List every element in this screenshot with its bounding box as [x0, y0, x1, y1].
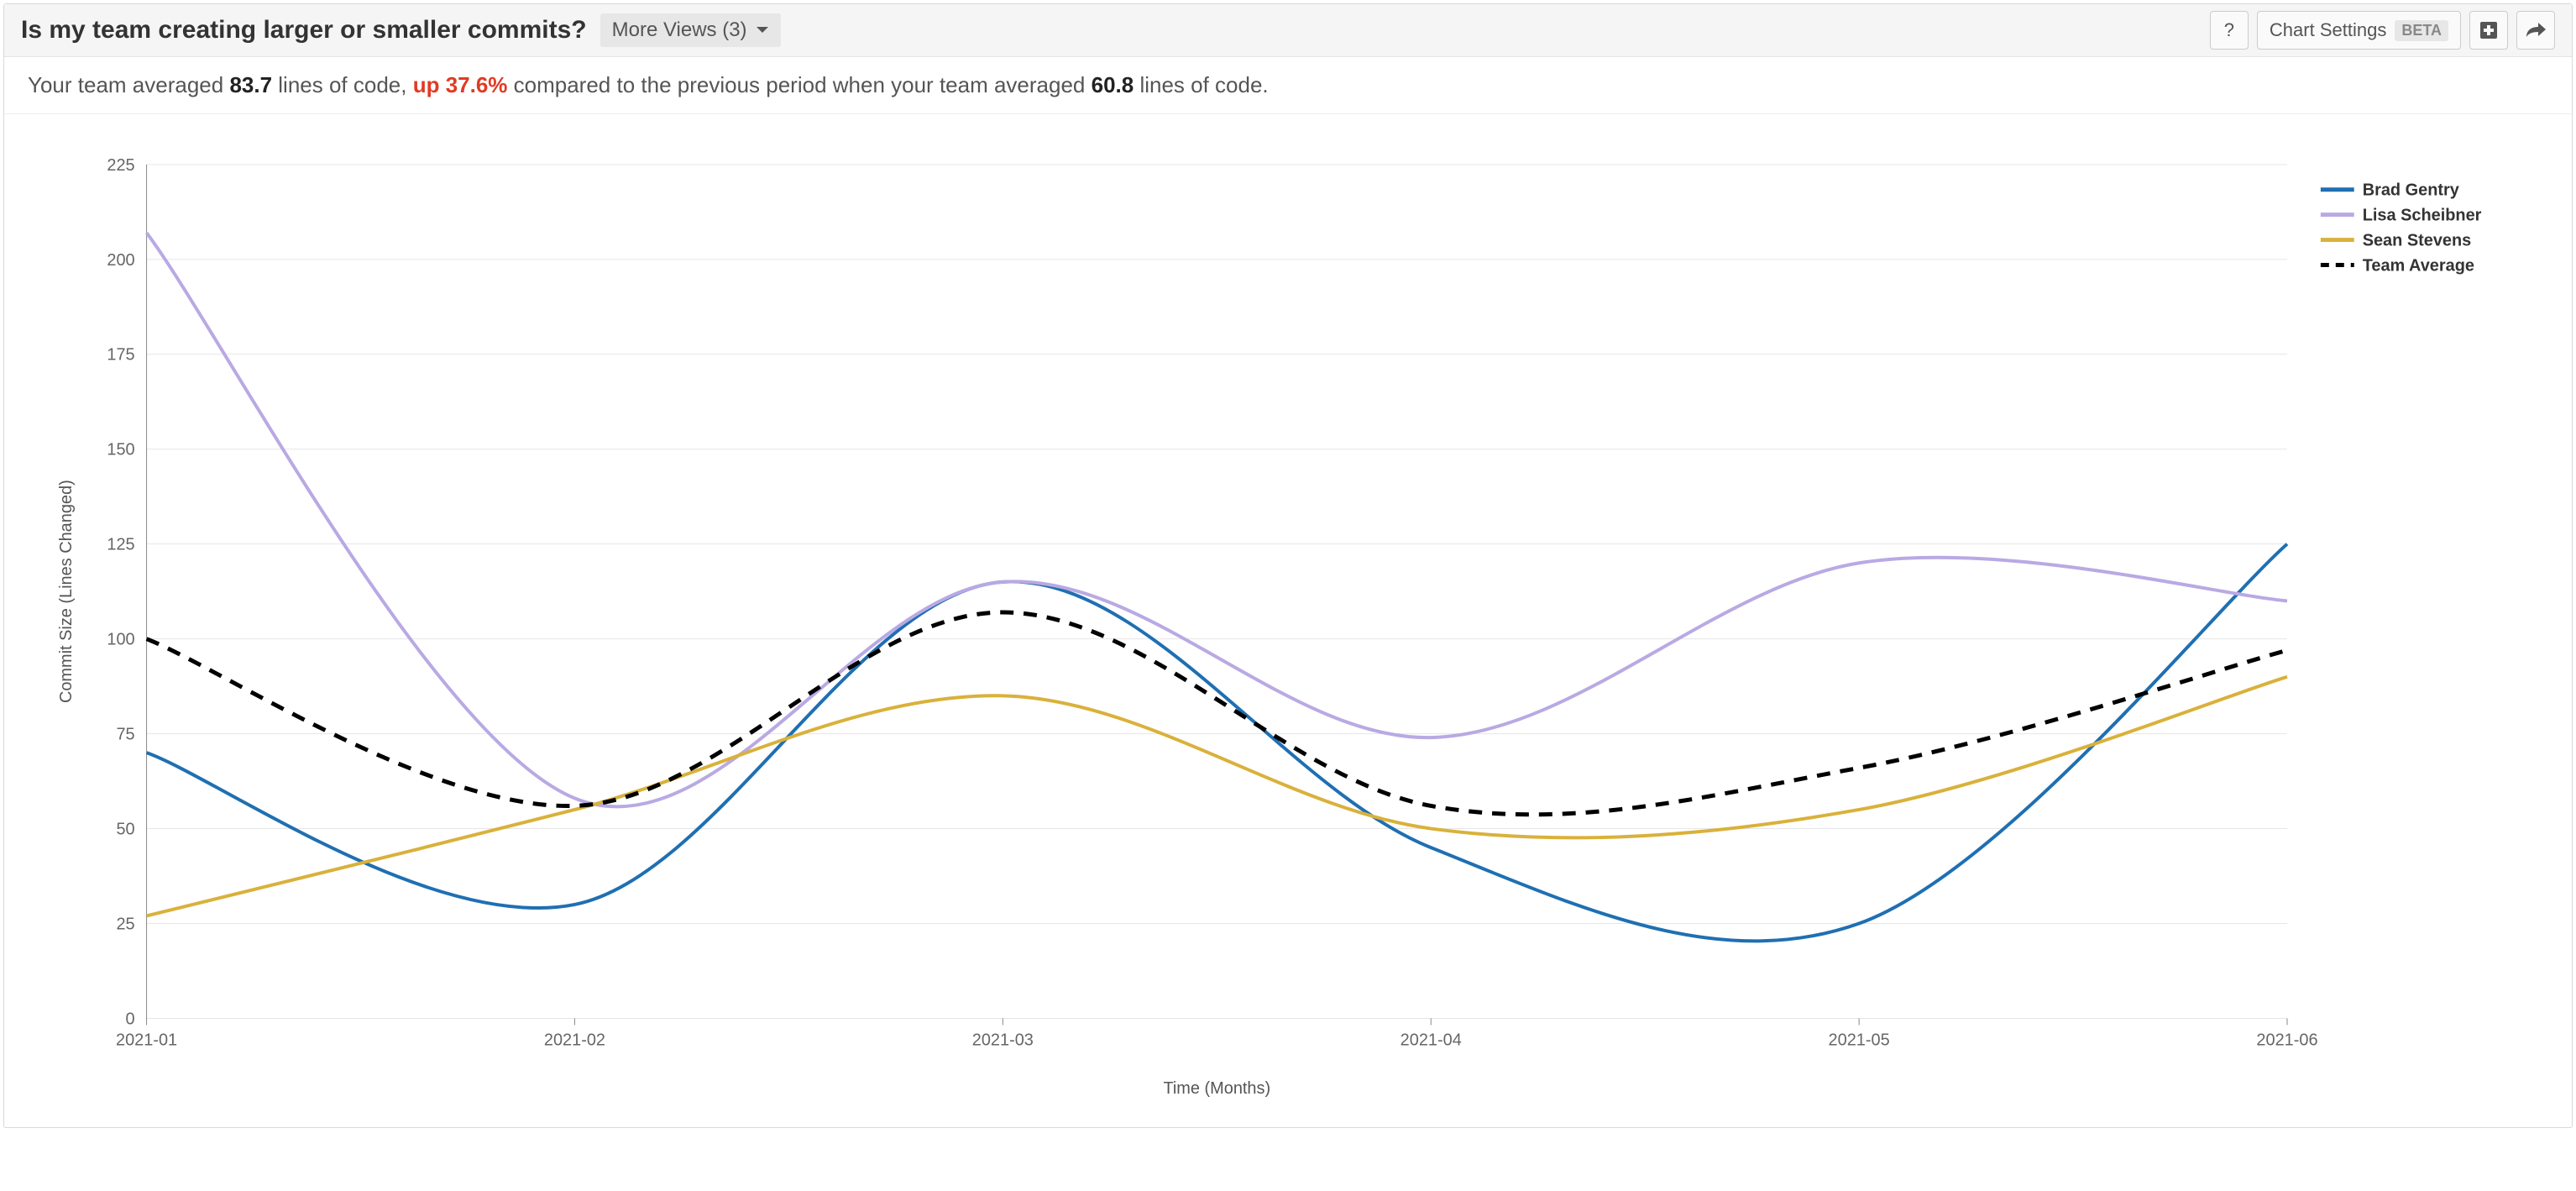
svg-text:Team Average: Team Average — [2363, 256, 2474, 275]
svg-text:225: 225 — [107, 156, 134, 175]
help-icon: ? — [2224, 19, 2234, 41]
summary-sentence: Your team averaged 83.7 lines of code, u… — [4, 57, 2572, 114]
svg-text:Sean Stevens: Sean Stevens — [2363, 232, 2472, 250]
svg-text:175: 175 — [107, 346, 134, 365]
svg-text:125: 125 — [107, 536, 134, 554]
svg-text:0: 0 — [126, 1010, 135, 1028]
svg-text:2021-05: 2021-05 — [1829, 1031, 1890, 1049]
svg-text:Lisa Scheibner: Lisa Scheibner — [2363, 207, 2482, 225]
add-to-dashboard-button[interactable] — [2469, 11, 2508, 50]
svg-text:2021-03: 2021-03 — [972, 1031, 1034, 1049]
line-chart[interactable]: 0 25 50 75 100 125 150 175 200 225 2021-01 2021-02 2… — [38, 131, 2538, 1119]
svg-text:200: 200 — [107, 251, 134, 270]
add-panel-icon — [2479, 21, 2498, 39]
summary-text: lines of code. — [1134, 72, 1268, 97]
svg-text:2021-02: 2021-02 — [544, 1031, 605, 1049]
svg-text:Commit Size (Lines Changed): Commit Size (Lines Changed) — [57, 480, 76, 703]
svg-text:100: 100 — [107, 631, 134, 649]
svg-text:Brad Gentry: Brad Gentry — [2363, 181, 2459, 200]
beta-badge: BETA — [2395, 20, 2448, 41]
chart-settings-label: Chart Settings — [2270, 19, 2386, 41]
svg-text:75: 75 — [116, 726, 134, 744]
panel-header: Is my team creating larger or smaller co… — [4, 4, 2572, 57]
svg-text:25: 25 — [116, 915, 134, 933]
summary-text: Your team averaged — [28, 72, 229, 97]
chart-settings-button[interactable]: Chart Settings BETA — [2257, 11, 2461, 50]
svg-text:2021-01: 2021-01 — [116, 1031, 177, 1049]
summary-current-avg: 83.7 — [229, 72, 272, 97]
more-views-label: More Views (3) — [612, 18, 747, 42]
svg-text:150: 150 — [107, 441, 134, 459]
chart-area: 0 25 50 75 100 125 150 175 200 225 2021-01 2021-02 2… — [4, 114, 2572, 1127]
summary-prev-avg: 60.8 — [1092, 72, 1134, 97]
help-button[interactable]: ? — [2210, 11, 2249, 50]
svg-text:2021-04: 2021-04 — [1401, 1031, 1462, 1049]
svg-text:50: 50 — [116, 821, 134, 839]
summary-delta: up 37.6% — [413, 72, 508, 97]
share-button[interactable] — [2516, 11, 2555, 50]
share-arrow-icon — [2525, 22, 2547, 39]
svg-text:Time (Months): Time (Months) — [1163, 1079, 1270, 1098]
summary-text: compared to the previous period when you… — [507, 72, 1091, 97]
page-title: Is my team creating larger or smaller co… — [21, 16, 587, 45]
caret-down-icon — [756, 26, 769, 34]
svg-text:2021-06: 2021-06 — [2256, 1031, 2317, 1049]
chart-panel: Is my team creating larger or smaller co… — [3, 3, 2573, 1128]
more-views-dropdown[interactable]: More Views (3) — [600, 13, 781, 47]
summary-text: lines of code, — [272, 72, 413, 97]
